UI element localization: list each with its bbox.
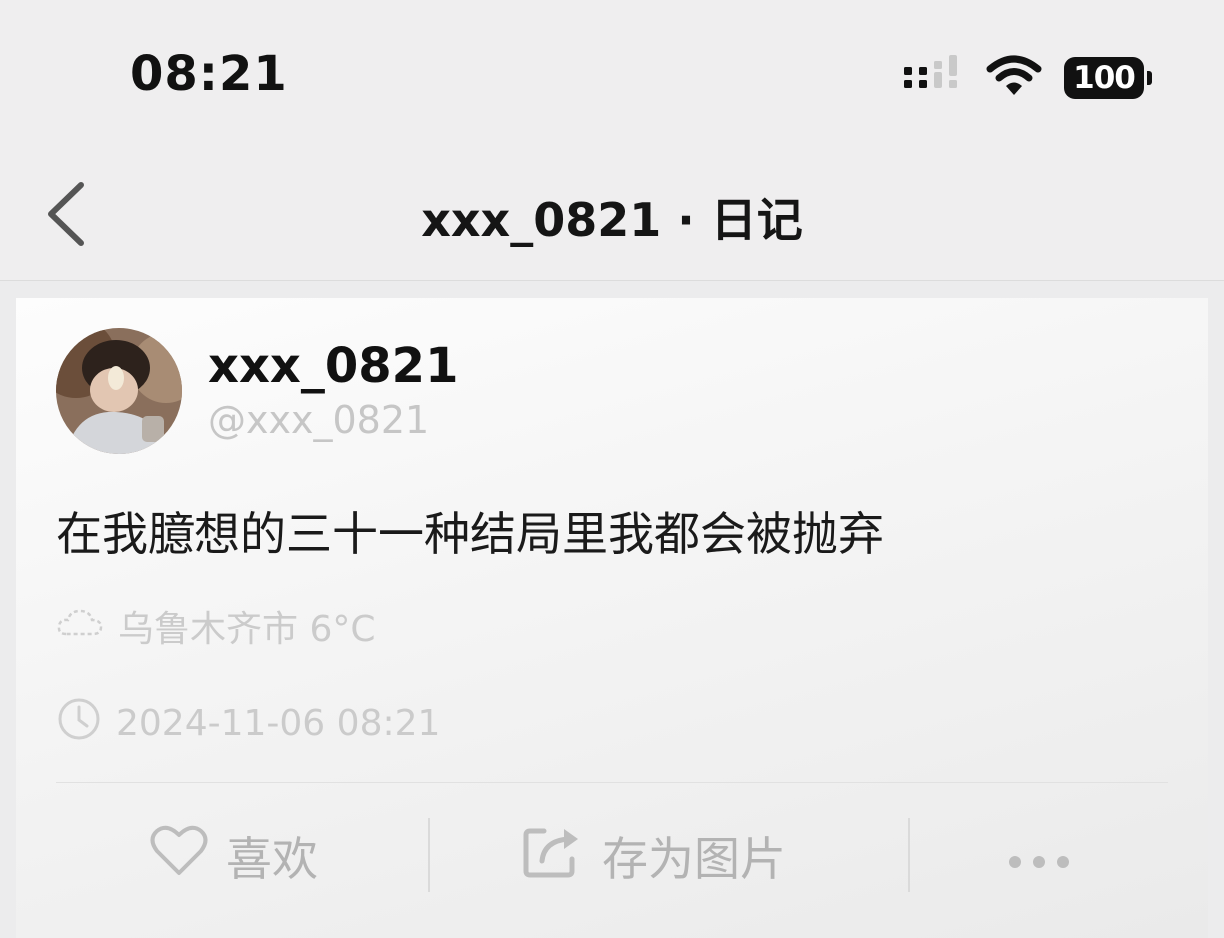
battery-icon: 100 <box>1064 57 1152 99</box>
status-bar: 08:21 100 <box>0 0 1224 150</box>
action-divider <box>908 818 910 892</box>
avatar[interactable] <box>56 328 182 454</box>
action-divider <box>428 818 430 892</box>
share-icon <box>522 823 584 890</box>
wifi-icon <box>986 55 1042 101</box>
like-label: 喜欢 <box>226 832 318 886</box>
nav-bar: xxx_0821 · 日记 <box>0 150 1224 281</box>
save-image-label: 存为图片 <box>602 832 786 886</box>
page-title: xxx_0821 · 日记 <box>421 193 803 247</box>
weather-row: 乌鲁木齐市 6°C <box>56 600 376 652</box>
save-image-button[interactable]: 存为图片 <box>522 816 786 896</box>
heart-icon <box>150 825 208 888</box>
battery-level: 100 <box>1073 60 1136 96</box>
post-content: 在我臆想的三十一种结局里我都会被抛弃 <box>56 507 884 561</box>
post-card: xxx_0821 @xxx_0821 在我臆想的三十一种结局里我都会被抛弃 乌鲁… <box>16 298 1208 938</box>
clock-icon <box>56 696 102 751</box>
status-icons: 100 <box>902 53 1152 103</box>
author-name[interactable]: xxx_0821 <box>208 338 458 394</box>
more-button[interactable] <box>1006 816 1072 896</box>
status-time: 08:21 <box>130 46 288 102</box>
like-button[interactable]: 喜欢 <box>150 816 318 896</box>
signal-icon <box>902 53 964 103</box>
datetime-row: 2024-11-06 08:21 <box>56 696 440 751</box>
action-bar: 喜欢 存为图片 <box>16 816 1208 896</box>
datetime-text: 2024-11-06 08:21 <box>116 703 441 744</box>
more-icon <box>1006 829 1072 883</box>
divider <box>56 782 1168 783</box>
weather-text: 乌鲁木齐市 6°C <box>118 609 376 650</box>
cloud-icon <box>56 606 104 647</box>
author-handle: @xxx_0821 <box>208 398 430 442</box>
